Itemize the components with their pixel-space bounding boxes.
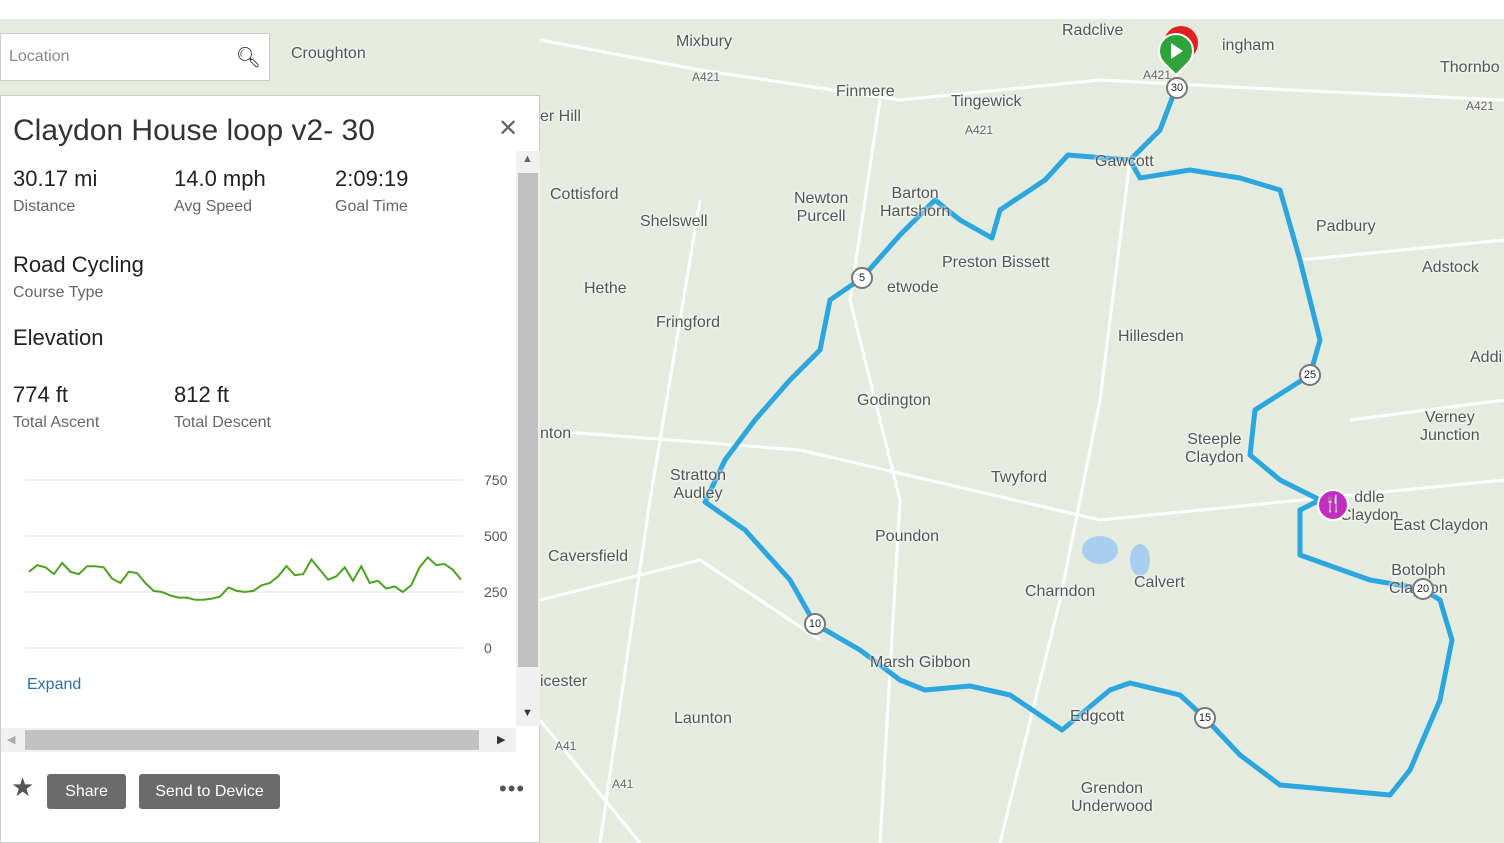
mile-marker[interactable]: 25 bbox=[1299, 364, 1321, 386]
map-place-label: Stratton Audley bbox=[670, 467, 727, 502]
map-place-label: Radclive bbox=[1062, 22, 1124, 39]
more-options-icon[interactable]: ••• bbox=[499, 776, 525, 802]
mile-marker[interactable]: 10 bbox=[804, 613, 826, 635]
expand-link[interactable]: Expand bbox=[27, 676, 81, 694]
horizontal-scrollbar[interactable]: ◀ ▶ bbox=[1, 728, 516, 752]
map-place-label: Mixbury bbox=[676, 33, 733, 50]
close-icon[interactable]: ✕ bbox=[498, 114, 518, 143]
mile-marker[interactable]: 20 bbox=[1412, 578, 1434, 600]
horizontal-scroll-thumb[interactable] bbox=[25, 730, 479, 750]
map-place-label: Godington bbox=[857, 392, 931, 409]
map-place-label: icester bbox=[540, 673, 588, 690]
map-place-label: Adstock bbox=[1422, 259, 1479, 276]
scroll-left-arrow[interactable]: ◀ bbox=[7, 733, 15, 746]
map-place-label: etwode bbox=[887, 279, 939, 296]
map-place-label: Gawcott bbox=[1095, 153, 1154, 170]
map-place-label: Caversfield bbox=[548, 548, 629, 565]
stat-total-ascent: 774 ft Total Ascent bbox=[13, 382, 100, 431]
y-tick-label: 750 bbox=[484, 472, 508, 488]
map-place-label: Croughton bbox=[291, 45, 366, 62]
map-place-label: Calvert bbox=[1134, 574, 1185, 591]
elevation-heading: Elevation bbox=[13, 325, 104, 350]
food-poi-icon[interactable]: 🍴 bbox=[1317, 489, 1349, 521]
location-input[interactable] bbox=[9, 48, 236, 66]
lake bbox=[1130, 544, 1150, 576]
map-place-label: Poundon bbox=[875, 528, 940, 545]
map-place-label: Steeple Claydon bbox=[1185, 431, 1244, 466]
course-panel: Claydon House loop v2- 30 ✕ 30.17 mi Dist… bbox=[0, 95, 540, 843]
map-place-label: nton bbox=[540, 425, 572, 442]
map-place-label: A421 bbox=[1466, 99, 1495, 113]
map-place-label: Verney Junction bbox=[1420, 409, 1480, 444]
map-place-label: Edgcott bbox=[1070, 708, 1125, 725]
map-place-label: Thornbo bbox=[1440, 59, 1500, 76]
map-place-label: A421 bbox=[965, 123, 994, 137]
elevation-line[interactable] bbox=[28, 555, 462, 601]
map-place-label: Tingewick bbox=[951, 93, 1022, 110]
send-to-device-button[interactable]: Send to Device bbox=[139, 774, 280, 809]
favorite-star-icon[interactable]: ★ bbox=[11, 772, 34, 803]
map-place-label: Barton Hartshorn bbox=[880, 185, 951, 220]
map-place-label: Launton bbox=[674, 710, 732, 727]
location-search[interactable]: 🔍︎ bbox=[0, 33, 270, 81]
map-place-label: Padbury bbox=[1316, 218, 1376, 235]
elevation-chart[interactable]: 750 500 250 0 bbox=[1, 466, 516, 666]
map-place-label: Finmere bbox=[836, 83, 895, 100]
map-place-label: Fringford bbox=[656, 314, 721, 331]
map-place-label: Twyford bbox=[991, 469, 1048, 486]
play-icon bbox=[1171, 43, 1183, 59]
course-title: Claydon House loop v2- 30 bbox=[13, 114, 375, 147]
y-tick-label: 0 bbox=[484, 640, 492, 656]
y-tick-label: 250 bbox=[484, 584, 508, 600]
stat-avg-speed: 14.0 mph Avg Speed bbox=[174, 166, 266, 215]
vertical-scroll-thumb[interactable] bbox=[518, 173, 538, 667]
stat-total-descent: 812 ft Total Descent bbox=[174, 382, 271, 431]
mile-marker[interactable]: 15 bbox=[1194, 707, 1216, 729]
scroll-down-arrow[interactable]: ▼ bbox=[522, 707, 533, 719]
course-type: Road Cycling Course Type bbox=[13, 252, 144, 301]
mile-marker[interactable]: 30 bbox=[1166, 77, 1188, 99]
map-place-label: Grendon Underwood bbox=[1071, 780, 1153, 815]
y-tick-label: 500 bbox=[484, 528, 508, 544]
map-place-label: East Claydon bbox=[1393, 517, 1489, 534]
map-place-label: Newton Purcell bbox=[794, 190, 849, 225]
map-place-label: Hethe bbox=[584, 280, 627, 297]
vertical-scrollbar[interactable]: ▲ ▼ bbox=[516, 151, 540, 726]
map-place-label: Charndon bbox=[1025, 583, 1096, 600]
map-place-label: A41 bbox=[612, 777, 634, 791]
map-place-label: ingham bbox=[1222, 37, 1275, 54]
map-place-label: Preston Bissett bbox=[942, 254, 1050, 271]
map-place-label: A41 bbox=[555, 739, 577, 753]
share-button[interactable]: Share bbox=[47, 774, 126, 809]
map-place-label: Shelswell bbox=[640, 213, 708, 230]
top-bar bbox=[0, 0, 1504, 19]
search-icon[interactable]: 🔍︎ bbox=[236, 45, 261, 70]
map-place-label: Hillesden bbox=[1118, 328, 1184, 345]
lake bbox=[1082, 536, 1118, 564]
map-place-label: Addi bbox=[1470, 349, 1503, 366]
mile-marker[interactable]: 5 bbox=[851, 267, 873, 289]
map-place-label: er Hill bbox=[540, 108, 581, 125]
stat-distance: 30.17 mi Distance bbox=[13, 166, 98, 215]
map-place-label: Cottisford bbox=[550, 186, 619, 203]
map-place-label: Marsh Gibbon bbox=[870, 654, 971, 671]
stat-goal-time: 2:09:19 Goal Time bbox=[335, 166, 409, 215]
scroll-right-arrow[interactable]: ▶ bbox=[497, 733, 505, 746]
map-place-label: A421 bbox=[692, 70, 721, 84]
scroll-up-arrow[interactable]: ▲ bbox=[522, 153, 533, 165]
